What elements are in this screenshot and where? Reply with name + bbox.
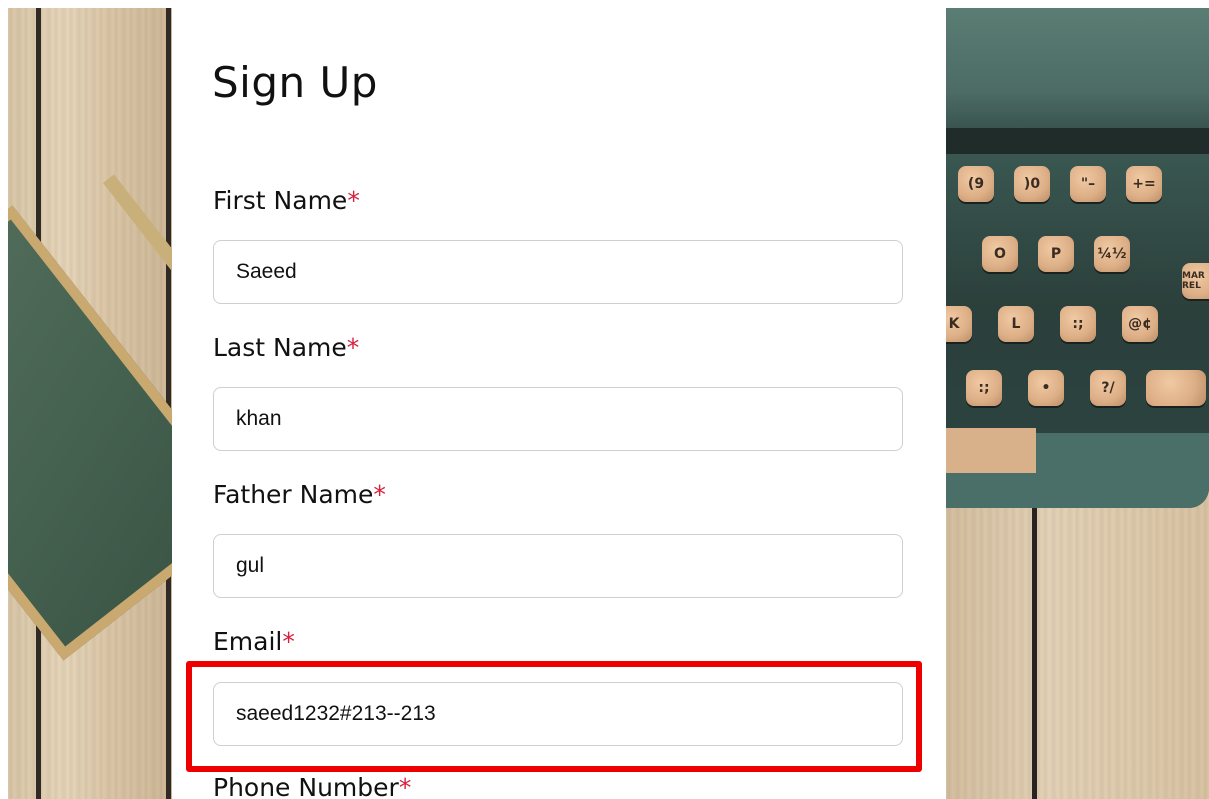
typewriter-key xyxy=(1146,370,1206,406)
typewriter-key: MAR REL xyxy=(1182,263,1209,299)
page-title: Sign Up xyxy=(212,58,378,107)
last-name-label: Last Name* xyxy=(213,333,359,362)
typewriter-key: @¢ xyxy=(1122,306,1158,342)
required-marker: * xyxy=(282,627,295,656)
email-label: Email* xyxy=(213,627,295,656)
required-marker: * xyxy=(373,480,386,509)
typewriter-key: += xyxy=(1126,166,1162,202)
father-name-label-text: Father Name xyxy=(213,480,374,509)
phone-number-label-text: Phone Number xyxy=(213,773,399,799)
wood-seam xyxy=(1032,508,1037,799)
typewriter-key: K xyxy=(946,306,972,342)
background-image-left xyxy=(8,8,172,799)
last-name-label-text: Last Name xyxy=(213,333,347,362)
typewriter-key: P xyxy=(1038,236,1074,272)
phone-number-label: Phone Number* xyxy=(213,773,411,799)
required-marker: * xyxy=(398,773,412,799)
father-name-label: Father Name* xyxy=(213,480,386,509)
first-name-input[interactable] xyxy=(213,240,903,304)
father-name-input[interactable] xyxy=(213,534,903,598)
first-name-label: First Name* xyxy=(213,186,360,215)
last-name-input[interactable] xyxy=(213,387,903,451)
background-image-right: (9 )0 "– += O P ¼½ K L :; @¢ :; • ?/ MAR… xyxy=(946,8,1209,799)
typewriter-key: )0 xyxy=(1014,166,1050,202)
signup-form: Sign Up First Name* Last Name* Father Na… xyxy=(172,0,946,799)
typewriter-top xyxy=(946,8,1209,128)
typewriter-key: ¼½ xyxy=(1094,236,1130,272)
email-input[interactable] xyxy=(213,682,903,746)
typewriter-key: :; xyxy=(966,370,1002,406)
typewriter-slot xyxy=(946,128,1209,154)
email-label-text: Email xyxy=(213,627,283,656)
required-marker: * xyxy=(347,186,360,215)
typewriter-key: O xyxy=(982,236,1018,272)
book-decoration xyxy=(8,205,172,661)
typewriter-key: :; xyxy=(1060,306,1096,342)
typewriter-key: "– xyxy=(1070,166,1106,202)
typewriter-key: (9 xyxy=(958,166,994,202)
required-marker: * xyxy=(346,333,360,362)
typewriter-key: L xyxy=(998,306,1034,342)
first-name-label-text: First Name xyxy=(213,186,348,215)
typewriter-key: ?/ xyxy=(1090,370,1126,406)
page: (9 )0 "– += O P ¼½ K L :; @¢ :; • ?/ MAR… xyxy=(0,0,1209,799)
typewriter-key: • xyxy=(1028,370,1064,406)
typewriter-spacebar xyxy=(946,428,1036,473)
typewriter-decoration: (9 )0 "– += O P ¼½ K L :; @¢ :; • ?/ MAR… xyxy=(946,8,1209,508)
